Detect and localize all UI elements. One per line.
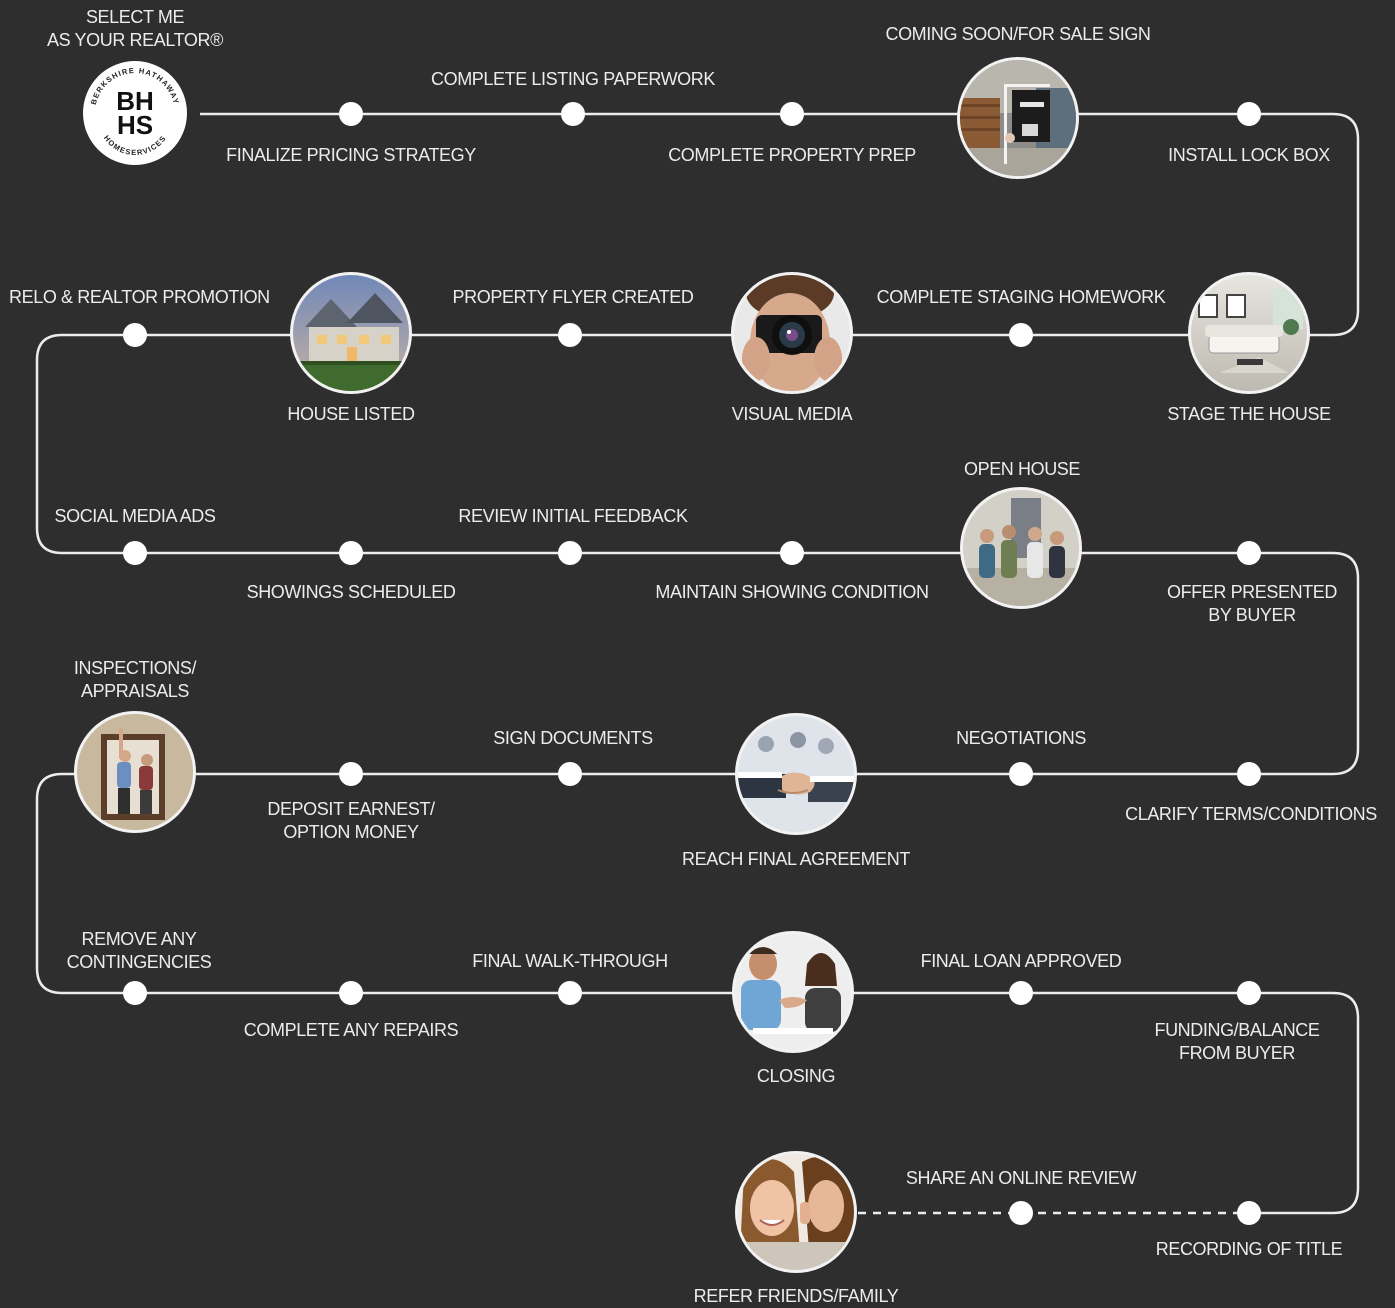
step-sale-sign: COMING SOON/FOR SALE SIGN	[885, 24, 1151, 44]
dot-showings-scheduled	[339, 541, 363, 565]
step-relo-promotion: RELO & REALTOR PROMOTION	[9, 287, 270, 307]
select-realtor-label: SELECT ME AS YOUR REALTOR®	[47, 6, 223, 52]
bhhs-logo: BERKSHIRE HATHAWAY HOMESERVICES BH HS	[80, 58, 190, 168]
step-listing-paperwork: COMPLETE LISTING PAPERWORK	[431, 69, 715, 89]
dot-clarify-terms	[1237, 762, 1261, 786]
step-loan-approved: FINAL LOAN APPROVED	[920, 951, 1122, 971]
select-line-1: SELECT ME	[85, 7, 185, 27]
step-negotiations: NEGOTIATIONS	[956, 728, 1086, 748]
step-deposit: DEPOSIT EARNEST/ OPTION MONEY	[267, 798, 435, 844]
friends-whisper-photo	[735, 1151, 857, 1273]
dot-repairs	[339, 981, 363, 1005]
step-lock-box: INSTALL LOCK BOX	[1168, 145, 1330, 165]
dot-listing-paperwork	[561, 102, 585, 126]
funding-line-1: FUNDING/BALANCE	[1154, 1020, 1320, 1040]
step-house-listed: HOUSE LISTED	[287, 404, 415, 424]
step-final-agreement: REACH FINAL AGREEMENT	[682, 849, 910, 869]
step-offer-presented: OFFER PRESENTED BY BUYER	[1167, 581, 1337, 627]
contingencies-line-2: CONTINGENCIES	[66, 952, 212, 972]
inspections-line-1: INSPECTIONS/	[73, 658, 197, 678]
sign-photo	[957, 57, 1079, 179]
dot-online-review	[1009, 1201, 1033, 1225]
step-clarify-terms: CLARIFY TERMS/CONDITIONS	[1125, 804, 1377, 824]
inspection-photo	[74, 711, 196, 833]
open-house-photo	[960, 487, 1082, 609]
contingencies-line-1: REMOVE ANY	[81, 929, 197, 949]
step-showings-scheduled: SHOWINGS SCHEDULED	[246, 582, 456, 602]
step-walk-through: FINAL WALK-THROUGH	[472, 951, 668, 971]
dot-sign-documents	[558, 762, 582, 786]
dot-loan-approved	[1009, 981, 1033, 1005]
offer-line-1: OFFER PRESENTED	[1166, 582, 1338, 602]
inspections-line-2: APPRAISALS	[80, 681, 190, 701]
select-line-2: AS YOUR REALTOR®	[47, 30, 223, 50]
step-property-prep: COMPLETE PROPERTY PREP	[668, 145, 916, 165]
dot-flyer-created	[558, 323, 582, 347]
seller-roadmap	[35, 57, 1360, 1273]
step-closing: CLOSING	[756, 1066, 836, 1086]
logo-monogram-bottom: HS	[117, 110, 153, 140]
step-contingencies: REMOVE ANY CONTINGENCIES	[67, 928, 212, 974]
step-sign-documents: SIGN DOCUMENTS	[493, 728, 653, 748]
dot-walk-through	[558, 981, 582, 1005]
dot-deposit	[339, 762, 363, 786]
step-showing-condition: MAINTAIN SHOWING CONDITION	[655, 582, 929, 602]
dot-relo-promotion	[123, 323, 147, 347]
dot-initial-feedback	[558, 541, 582, 565]
dot-lock-box	[1237, 102, 1261, 126]
dot-showing-condition	[780, 541, 804, 565]
dot-recording-title	[1237, 1201, 1261, 1225]
step-repairs: COMPLETE ANY REPAIRS	[243, 1020, 459, 1040]
handshake-photo	[735, 713, 857, 835]
dot-offer	[1237, 541, 1261, 565]
step-online-review: SHARE AN ONLINE REVIEW	[905, 1168, 1137, 1188]
camera-photo	[731, 272, 853, 394]
living-room-photo	[1188, 272, 1310, 394]
step-stage-house: STAGE THE HOUSE	[1167, 404, 1331, 424]
house-photo	[290, 272, 412, 394]
step-recording-title: RECORDING OF TITLE	[1155, 1239, 1343, 1259]
step-social-ads: SOCIAL MEDIA ADS	[54, 506, 216, 526]
step-finalize-pricing: FINALIZE PRICING STRATEGY	[226, 145, 476, 165]
step-inspections: INSPECTIONS/ APPRAISALS	[73, 657, 197, 703]
deposit-line-2: OPTION MONEY	[283, 822, 419, 842]
dot-social-ads	[123, 541, 147, 565]
step-funding: FUNDING/BALANCE FROM BUYER	[1154, 1019, 1319, 1065]
step-visual-media: VISUAL MEDIA	[731, 404, 853, 424]
step-open-house: OPEN HOUSE	[963, 459, 1081, 479]
dot-staging-homework	[1009, 323, 1033, 347]
step-staging-homework: COMPLETE STAGING HOMEWORK	[876, 287, 1166, 307]
bhhs-seal-icon: BERKSHIRE HATHAWAY HOMESERVICES BH HS	[83, 61, 187, 165]
dot-funding	[1237, 981, 1261, 1005]
step-refer-friends: REFER FRIENDS/FAMILY	[693, 1286, 899, 1306]
deposit-line-1: DEPOSIT EARNEST/	[267, 799, 435, 819]
dot-property-prep	[780, 102, 804, 126]
dot-finalize-pricing	[339, 102, 363, 126]
step-flyer-created: PROPERTY FLYER CREATED	[452, 287, 694, 307]
closing-photo	[732, 931, 854, 1053]
step-initial-feedback: REVIEW INITIAL FEEDBACK	[458, 506, 688, 526]
dot-contingencies	[123, 981, 147, 1005]
funding-line-2: FROM BUYER	[1178, 1043, 1295, 1063]
offer-line-2: BY BUYER	[1208, 605, 1296, 625]
dot-negotiations	[1009, 762, 1033, 786]
